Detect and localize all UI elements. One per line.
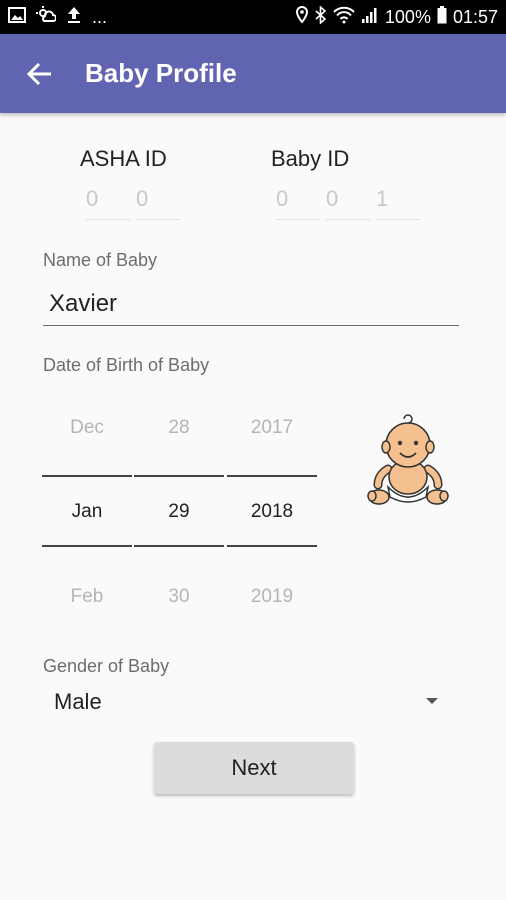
bluetooth-icon: [315, 5, 327, 29]
back-button[interactable]: [22, 56, 58, 92]
month-prev[interactable]: Dec: [42, 417, 132, 439]
status-left: ...: [8, 6, 107, 29]
baby-name-input[interactable]: Xavier: [43, 284, 459, 326]
cloud-sun-icon: [36, 6, 57, 29]
baby-id-label: Baby ID: [271, 146, 350, 171]
month-divider-bottom: [42, 545, 132, 547]
baby-illustration: [366, 411, 450, 509]
battery-percent: 100%: [384, 7, 431, 27]
gender-dropdown[interactable]: Male: [43, 686, 449, 722]
gender-label: Gender of Baby: [43, 656, 170, 676]
overflow-indicator: ...: [92, 7, 108, 27]
day-divider-bottom: [134, 545, 224, 547]
day-next[interactable]: 30: [134, 586, 224, 608]
app-bar: Baby Profile: [0, 34, 506, 113]
upload-icon: [66, 6, 82, 29]
image-icon: [8, 6, 26, 29]
next-button[interactable]: Next: [154, 742, 354, 794]
dropdown-arrow-icon: [426, 698, 438, 704]
location-icon: [295, 5, 309, 29]
wifi-icon: [333, 6, 355, 29]
year-divider-bottom: [227, 545, 317, 547]
month-next[interactable]: Feb: [42, 586, 132, 608]
month-divider-top: [42, 475, 132, 477]
signal-icon: [361, 6, 379, 29]
battery-icon: [437, 6, 447, 29]
year-divider-top: [227, 475, 317, 477]
dob-label: Date of Birth of Baby: [43, 355, 210, 375]
day-prev[interactable]: 28: [134, 417, 224, 439]
month-selected[interactable]: Jan: [42, 501, 132, 523]
asha-id-label: ASHA ID: [80, 146, 167, 171]
baby-id-digit-2[interactable]: 0: [326, 186, 370, 220]
gender-value: Male: [54, 689, 102, 714]
year-prev[interactable]: 2017: [227, 417, 317, 439]
baby-id-digit-3[interactable]: 1: [376, 186, 420, 220]
baby-id-digit-1[interactable]: 0: [276, 186, 320, 220]
asha-id-digit-2[interactable]: 0: [136, 186, 180, 220]
name-label: Name of Baby: [43, 250, 158, 270]
year-selected[interactable]: 2018: [227, 501, 317, 523]
year-next[interactable]: 2019: [227, 586, 317, 608]
arrow-back-icon: [26, 62, 51, 86]
asha-id-digit-1[interactable]: 0: [86, 186, 130, 220]
status-time: 01:57: [452, 7, 498, 27]
page-title: Baby Profile: [85, 58, 237, 88]
day-selected[interactable]: 29: [134, 501, 224, 523]
day-divider-top: [134, 475, 224, 477]
status-bar: ... 100% 01:57: [0, 0, 506, 34]
status-right: 100% 01:57: [295, 5, 498, 29]
